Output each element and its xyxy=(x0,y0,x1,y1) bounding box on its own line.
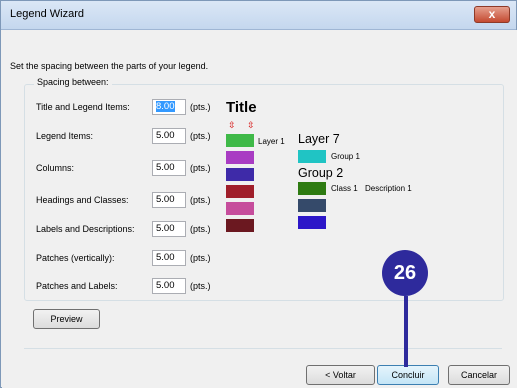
legend-heading-group2: Group 2 xyxy=(298,166,344,180)
unit-label: (pts.) xyxy=(190,102,211,112)
preview-title: Title xyxy=(226,99,257,116)
patches-labels-input[interactable]: 5.00 xyxy=(152,278,186,294)
legend-patch-group1 xyxy=(298,150,326,163)
legend-patch xyxy=(226,134,254,147)
legend-label-layer1: Layer 1 xyxy=(258,137,285,146)
legend-patch xyxy=(298,216,326,229)
legend-patch xyxy=(226,219,254,232)
unit-label: (pts.) xyxy=(190,253,211,263)
spacing-arrow-icon: ⇳ xyxy=(228,120,236,130)
legend-patch xyxy=(226,168,254,181)
columns-input[interactable]: 5.00 xyxy=(152,160,186,176)
title-bar[interactable]: Legend Wizard x xyxy=(1,1,516,30)
row-label-patches-labels: Patches and Labels: xyxy=(36,281,118,291)
legend-items-value: 5.00 xyxy=(156,130,175,141)
legend-label-group1: Group 1 xyxy=(331,152,360,161)
labels-descriptions-value: 5.00 xyxy=(156,223,175,234)
row-label-columns: Columns: xyxy=(36,163,75,173)
patches-vertically-value: 5.00 xyxy=(156,252,175,263)
legend-patch xyxy=(226,185,254,198)
cancel-button[interactable]: Cancelar xyxy=(448,365,510,385)
unit-label: (pts.) xyxy=(190,163,211,173)
unit-label: (pts.) xyxy=(190,224,211,234)
columns-value: 5.00 xyxy=(156,162,175,173)
close-button[interactable]: x xyxy=(474,6,510,23)
legend-patch xyxy=(298,182,326,195)
title-legend-items-value: 8.00 xyxy=(156,101,175,112)
patches-vertically-input[interactable]: 5.00 xyxy=(152,250,186,266)
unit-label: (pts.) xyxy=(190,195,211,205)
legend-label-class1: Class 1 xyxy=(331,184,358,193)
legend-patch xyxy=(226,151,254,164)
row-label-patches-vertically: Patches (vertically): xyxy=(36,253,115,263)
legend-heading-layer7: Layer 7 xyxy=(298,132,340,146)
headings-classes-value: 5.00 xyxy=(156,194,175,205)
row-label-legend-items: Legend Items: xyxy=(36,131,94,141)
spacing-group xyxy=(24,84,504,301)
spacing-group-label: Spacing between: xyxy=(34,77,112,87)
title-legend-items-input[interactable]: 8.00 xyxy=(152,99,186,115)
close-icon: x xyxy=(488,7,496,21)
legend-label-description1: Description 1 xyxy=(365,184,412,193)
patches-labels-value: 5.00 xyxy=(156,280,175,291)
legend-patch xyxy=(226,202,254,215)
unit-label: (pts.) xyxy=(190,131,211,141)
row-label-labels-descriptions: Labels and Descriptions: xyxy=(36,224,135,234)
unit-label: (pts.) xyxy=(190,281,211,291)
preview-button[interactable]: Preview xyxy=(33,309,100,329)
legend-items-input[interactable]: 5.00 xyxy=(152,128,186,144)
callout-pointer xyxy=(404,296,408,367)
instruction-text: Set the spacing between the parts of you… xyxy=(10,61,209,71)
spacing-arrow-icon: ⇳ xyxy=(247,120,255,130)
row-label-headings-classes: Headings and Classes: xyxy=(36,195,129,205)
row-label-title-legend-items: Title and Legend Items: xyxy=(36,102,130,112)
footer-separator xyxy=(24,348,502,349)
back-button[interactable]: < Voltar xyxy=(306,365,375,385)
headings-classes-input[interactable]: 5.00 xyxy=(152,192,186,208)
labels-descriptions-input[interactable]: 5.00 xyxy=(152,221,186,237)
legend-patch xyxy=(298,199,326,212)
finish-button[interactable]: Concluir xyxy=(377,365,439,385)
window-title: Legend Wizard xyxy=(10,8,84,20)
step-number-badge: 26 xyxy=(382,250,428,296)
